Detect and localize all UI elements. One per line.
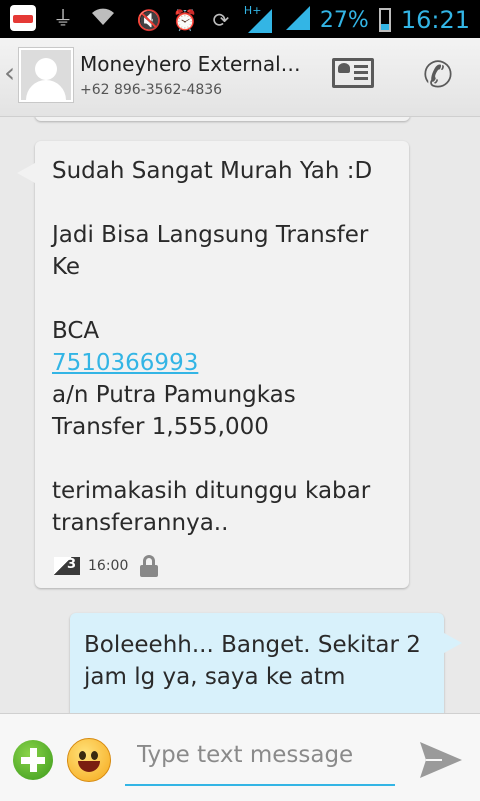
send-button[interactable] [416,740,464,780]
attach-button[interactable] [13,740,53,780]
back-chevron-icon[interactable]: ‹ [4,56,15,89]
message-input[interactable] [125,726,395,786]
status-bar: ⏚ 🔇 ⏰ ⟳ H+ 27% 16:21 [0,0,480,38]
usb-icon: ⏚ [53,6,73,30]
send-icon [420,742,462,778]
contact-card-button[interactable] [332,58,378,92]
smiley-icon [78,761,100,772]
outgoing-message-text: Boleeehh... Banget. Sekitar 2 jam lg ya,… [84,632,429,690]
contact-number: +62 896-3562-4836 [80,82,223,98]
message-meta: 3 16:00 [54,555,159,577]
compose-bar [0,713,480,801]
alarm-icon: ⏰ [172,8,198,32]
sim-card-icon: 3 [54,557,80,575]
contact-name: Moneyhero External… [80,52,301,76]
clock: 16:21 [400,6,470,34]
phone-icon: ✆ [422,55,454,96]
message-list[interactable]: Sudah Sangat Murah Yah :D Jadi Bisa Lang… [0,117,480,713]
account-number-link[interactable]: 7510366993 [52,350,198,376]
signal-icon: H+ [244,4,274,33]
battery-icon [378,8,391,32]
mute-icon: 🔇 [136,8,162,32]
contact-avatar[interactable] [19,48,73,102]
call-button[interactable]: ✆ [416,54,460,98]
lock-icon [140,555,159,577]
outgoing-message-bubble[interactable]: Boleeehh... Banget. Sekitar 2 jam lg ya,… [70,613,462,713]
previous-message-bubble[interactable] [35,117,410,121]
conversation-header: ‹ Moneyhero External… +62 896-3562-4836 … [0,38,480,117]
message-time: 16:00 [88,558,129,574]
app-notification-icon [10,5,36,31]
incoming-message-bubble[interactable]: Sudah Sangat Murah Yah :D Jadi Bisa Lang… [17,141,409,588]
wifi-icon [90,5,116,31]
incoming-message-text: Sudah Sangat Murah Yah :D Jadi Bisa Lang… [52,158,378,536]
emoji-button[interactable] [67,738,111,782]
battery-percent: 27% [319,7,369,33]
rotate-icon: ⟳ [212,8,230,32]
signal-icon-2 [284,4,310,36]
